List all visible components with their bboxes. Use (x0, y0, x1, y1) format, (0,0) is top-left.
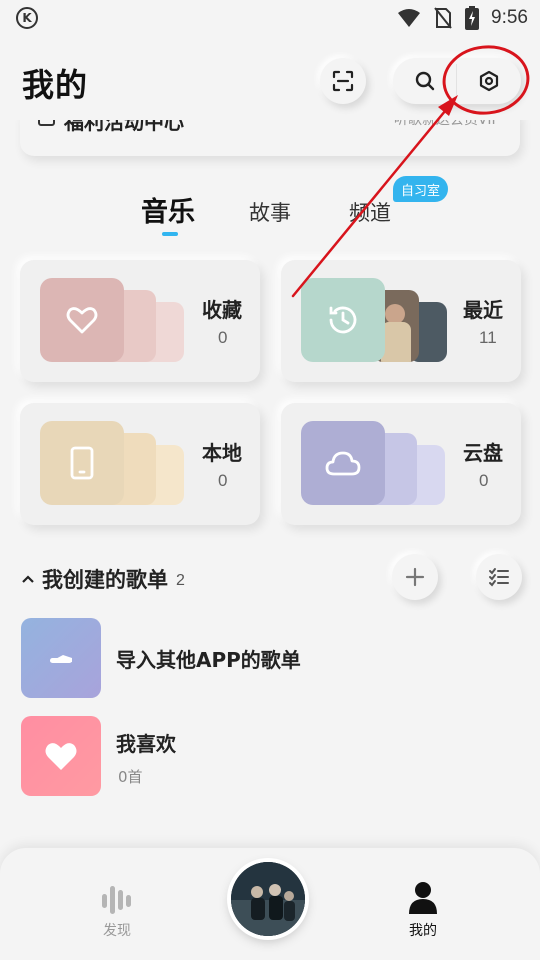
add-playlist-button[interactable] (392, 554, 438, 600)
bottom-nav: 发现 我的 (0, 848, 540, 960)
manage-playlists-button[interactable] (476, 554, 522, 600)
manage-list-icon (489, 568, 509, 587)
study-room-badge[interactable]: 自习室 (393, 176, 449, 202)
playlist-cover (21, 618, 101, 698)
tab-story[interactable]: 故事 (249, 197, 291, 227)
card-count: 0 (218, 328, 228, 347)
card-title: 最近 (463, 298, 503, 322)
section-title: 我创建的歌单 (42, 568, 168, 592)
tab-active-indicator (162, 232, 178, 236)
card-title: 收藏 (202, 298, 242, 322)
card-favorites[interactable]: 收藏 0 (20, 260, 260, 382)
person-icon (407, 880, 439, 914)
created-playlists-header[interactable]: 我创建的歌单 2 (22, 564, 185, 594)
card-recent[interactable]: 最近 11 (281, 260, 521, 382)
nav-label: 我的 (409, 923, 437, 939)
clock-icon (329, 306, 357, 334)
card-cloud[interactable]: 云盘 0 (281, 403, 521, 525)
cloud-icon (325, 451, 361, 476)
now-playing-disc[interactable] (231, 862, 305, 936)
wifi-icon (398, 9, 421, 27)
header-action-pill (393, 58, 521, 104)
heart-icon (45, 743, 77, 770)
playlist-title: 导入其他APP的歌单 (116, 648, 301, 672)
card-count: 11 (479, 328, 497, 347)
playlist-subtitle: 0首 (118, 768, 143, 786)
phone-icon (70, 446, 94, 480)
tab-channel[interactable]: 频道 (349, 197, 391, 227)
settings-icon (479, 70, 499, 92)
add-icon (405, 567, 425, 587)
playlist-cover (21, 716, 101, 796)
tab-music[interactable]: 音乐 (141, 190, 195, 229)
heart-icon (66, 307, 98, 334)
nav-mine[interactable]: 我的 (363, 848, 483, 960)
scan-button[interactable] (320, 58, 366, 104)
settings-button[interactable] (457, 58, 521, 104)
discover-bars-icon (101, 880, 133, 914)
page-title: 我的 (22, 66, 89, 104)
battery-charging-icon (465, 6, 480, 30)
card-count: 0 (218, 471, 228, 490)
card-title: 本地 (202, 441, 242, 465)
playlist-title: 我喜欢 (116, 732, 176, 756)
status-time: 9:56 (491, 7, 528, 28)
scan-icon (332, 70, 354, 92)
nav-label: 发现 (103, 923, 131, 939)
list-item[interactable]: 导入其他APP的歌单 (21, 618, 521, 698)
app-logo-k: K (16, 7, 38, 29)
card-local[interactable]: 本地 0 (20, 403, 260, 525)
section-count: 2 (176, 572, 185, 589)
nav-discover[interactable]: 发现 (57, 848, 177, 960)
status-bar: K 9:56 (0, 0, 540, 36)
import-icon (50, 655, 72, 663)
card-title: 云盘 (463, 441, 503, 465)
list-item[interactable]: 我喜欢 0首 (21, 716, 521, 796)
chevron-up-icon (22, 571, 36, 587)
no-sim-icon (434, 7, 452, 29)
search-button[interactable] (393, 58, 457, 104)
card-count: 0 (479, 471, 489, 490)
search-icon (415, 71, 435, 91)
